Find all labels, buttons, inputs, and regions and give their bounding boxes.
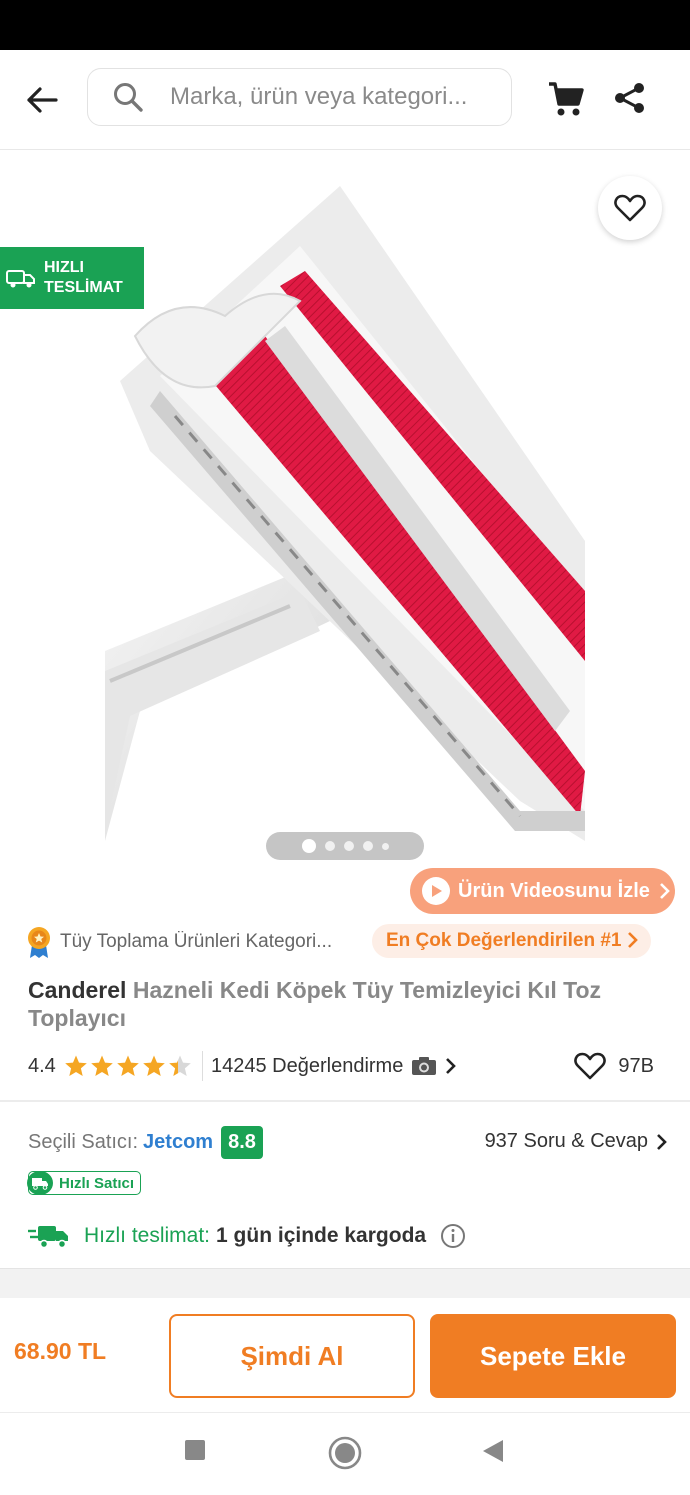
top-bar: Marka, ürün veya kategori...	[0, 50, 690, 150]
star-icon	[169, 1055, 191, 1076]
buy-now-button[interactable]: Şimdi Al	[169, 1314, 415, 1398]
fast-seller-badge: Hızlı Satıcı	[27, 1171, 142, 1195]
home-button[interactable]	[328, 1436, 362, 1470]
star-icon	[91, 1055, 113, 1076]
likes-button[interactable]: 97B	[574, 1052, 654, 1080]
delivery-row: Hızlı teslimat: 1 gün içinde kargoda	[28, 1218, 668, 1254]
share-button[interactable]	[612, 80, 652, 120]
star-icon	[143, 1055, 165, 1076]
heart-icon	[614, 194, 646, 222]
cart-icon	[549, 82, 584, 116]
status-bar	[0, 0, 690, 50]
info-icon[interactable]	[440, 1223, 466, 1249]
category-link[interactable]: Tüy Toplama Ürünleri Kategori...	[60, 931, 360, 953]
star-icon	[117, 1055, 139, 1076]
chevron-right-icon	[657, 1133, 667, 1150]
seller-label: Seçili Satıcı:	[28, 1130, 139, 1153]
qa-link[interactable]: 937 Soru & Cevap	[485, 1130, 668, 1153]
fast-badge-line2: TESLİMAT	[44, 279, 123, 296]
qa-label: 937 Soru & Cevap	[484, 1130, 648, 1152]
truck-icon	[6, 270, 35, 288]
watch-video-label: Ürün Videosunu İzle	[458, 879, 650, 902]
back-nav-button[interactable]	[481, 1438, 505, 1464]
favorite-button[interactable]	[598, 176, 662, 240]
play-icon	[422, 877, 450, 905]
camera-icon	[412, 1057, 437, 1075]
back-triangle-icon	[483, 1440, 503, 1462]
category-row[interactable]: Tüy Toplama Ürünleri Kategori... En Çok …	[26, 922, 666, 962]
product-title: Canderel Hazneli Kedi Köpek Tüy Temizley…	[28, 976, 658, 1032]
likes-count: 97B	[618, 1054, 654, 1077]
fast-delivery-badge: HIZLI TESLİMAT	[0, 247, 144, 309]
pagination-dot[interactable]	[362, 841, 373, 851]
home-circle-icon	[328, 1436, 362, 1470]
section-divider	[0, 1268, 690, 1298]
system-nav-bar	[0, 1414, 690, 1495]
reviews-link[interactable]: 14245 Değerlendirme	[211, 1055, 457, 1078]
truck-icon	[28, 1226, 68, 1249]
reviews-count: 14245 Değerlendirme	[211, 1054, 404, 1077]
chevron-right-icon	[628, 932, 639, 948]
truck-icon	[27, 1171, 53, 1195]
add-to-cart-button[interactable]: Sepete Ekle	[430, 1314, 676, 1398]
pagination-dot[interactable]	[381, 842, 389, 850]
seller-score: 8.8	[221, 1125, 263, 1159]
delivery-label: Hızlı teslimat:	[84, 1224, 211, 1247]
product-brand[interactable]: Canderel	[28, 977, 126, 1003]
rating-separator	[202, 1051, 203, 1081]
product-price: 68.90 TL	[14, 1338, 107, 1364]
chevron-right-icon	[446, 1058, 457, 1074]
cart-button[interactable]	[546, 80, 590, 120]
heart-icon	[574, 1052, 607, 1080]
rating-row[interactable]: 4.4 14245 Değerlendirme 97B	[28, 1048, 668, 1084]
search-input[interactable]: Marka, ürün veya kategori...	[87, 68, 512, 126]
best-rated-badge[interactable]: En Çok Değerlendirilen #1	[372, 924, 652, 958]
fast-seller-label: Hızlı Satıcı	[59, 1174, 135, 1192]
rating-stars	[64, 1054, 192, 1078]
chevron-right-icon	[659, 883, 670, 899]
square-icon	[185, 1440, 205, 1460]
divider	[0, 1100, 690, 1102]
rating-value: 4.4	[28, 1054, 56, 1077]
pagination-dot[interactable]	[301, 839, 316, 853]
back-button[interactable]	[20, 78, 64, 122]
star-icon	[65, 1055, 87, 1076]
pagination-dot[interactable]	[324, 841, 335, 851]
image-pagination[interactable]	[266, 832, 424, 860]
watch-video-button[interactable]: Ürün Videosunu İzle	[410, 868, 675, 914]
seller-row[interactable]: Seçili Satıcı: Jetcom 8.8 937 Soru & Cev…	[28, 1124, 668, 1160]
share-icon	[615, 83, 644, 113]
fast-badge-line1: HIZLI	[44, 259, 84, 276]
medal-icon	[28, 927, 50, 958]
delivery-value: 1 gün içinde kargoda	[216, 1224, 427, 1247]
best-rated-label: En Çok Değerlendirilen #1	[386, 930, 622, 951]
search-placeholder: Marka, ürün veya kategori...	[170, 83, 468, 110]
pagination-dot[interactable]	[343, 841, 354, 851]
recents-button[interactable]	[183, 1438, 207, 1462]
back-arrow-icon	[27, 87, 58, 113]
search-icon	[114, 83, 143, 112]
seller-name[interactable]: Jetcom	[143, 1131, 213, 1154]
purchase-bar: 68.90 TL Şimdi Al Sepete Ekle	[0, 1298, 690, 1413]
